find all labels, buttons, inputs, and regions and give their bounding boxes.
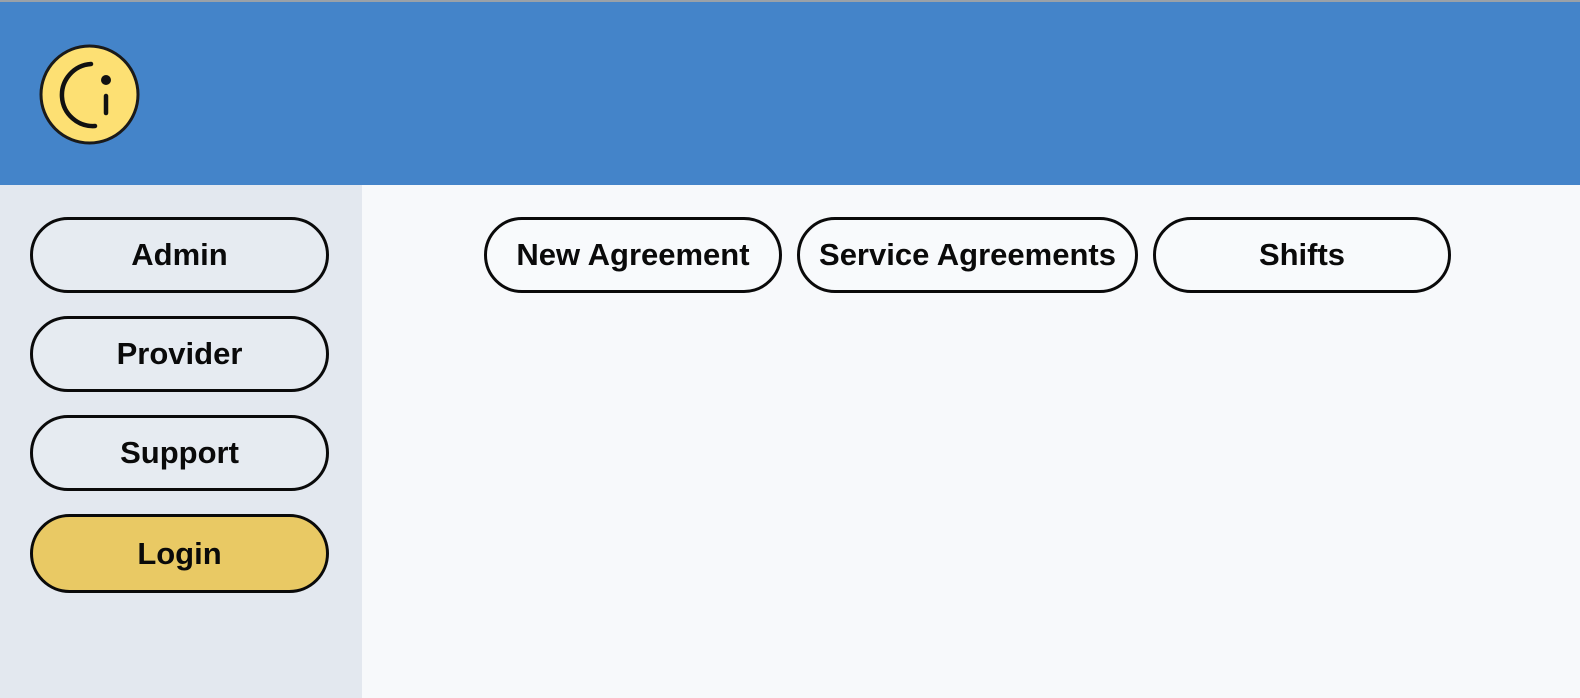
login-button[interactable]: Login [30, 514, 329, 593]
shifts-button[interactable]: Shifts [1153, 217, 1451, 293]
admin-button[interactable]: Admin [30, 217, 329, 293]
app-header [0, 2, 1580, 185]
provider-button[interactable]: Provider [30, 316, 329, 392]
support-button-label: Support [120, 435, 239, 470]
new-agreement-button[interactable]: New Agreement [484, 217, 782, 293]
provider-button-label: Provider [116, 336, 243, 371]
service-agreements-label: Service Agreements [819, 237, 1116, 272]
support-button[interactable]: Support [30, 415, 329, 491]
info-smiley-icon[interactable] [39, 44, 140, 145]
shifts-label: Shifts [1258, 237, 1346, 272]
service-agreements-button[interactable]: Service Agreements [797, 217, 1138, 293]
login-button-label: Login [137, 535, 222, 571]
sidebar: Admin Provider Support Login [0, 185, 362, 698]
admin-button-label: Admin [131, 237, 228, 272]
new-agreement-label: New Agreement [516, 237, 750, 272]
main-content: New Agreement Service Agreements Shifts [362, 185, 1580, 698]
